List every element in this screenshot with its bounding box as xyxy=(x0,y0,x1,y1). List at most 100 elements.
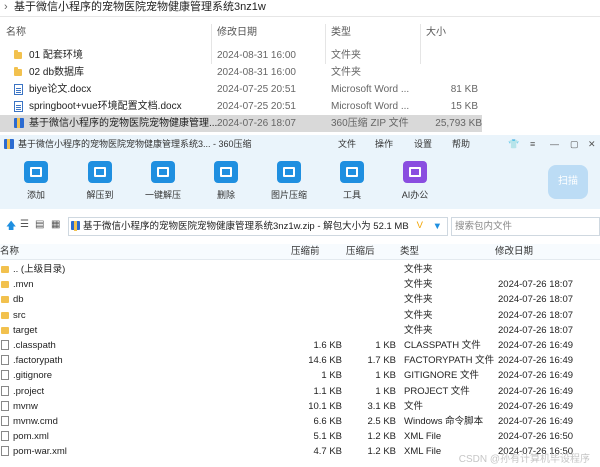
file-icon xyxy=(1,416,9,426)
archive-row[interactable]: .gitignore 1 KB 1 KB GITIGNORE 文件 2024-07-26… xyxy=(0,368,600,383)
entry-name: pom.xml xyxy=(13,431,49,443)
archive-row[interactable]: mvnw.cmd 6.6 KB 2.5 KB Windows 命令脚本 2024-07-… xyxy=(0,414,600,429)
delete-button[interactable]: 删除 xyxy=(202,153,250,201)
entry-type: CLASSPATH 文件 xyxy=(404,340,481,351)
search-input[interactable]: 搜索包内文件 xyxy=(451,217,600,236)
archive-row[interactable]: .mvn 文件夹 2024-07-26 18:07 xyxy=(0,277,600,292)
word-doc-icon xyxy=(14,101,23,112)
add-button[interactable]: 添加 xyxy=(12,153,60,201)
entry-type: XML File xyxy=(404,446,442,458)
file-icon xyxy=(1,355,9,366)
tools-button[interactable]: 工具 xyxy=(328,153,376,201)
shirt-icon[interactable]: 👕 xyxy=(508,135,519,153)
ai-office-button[interactable]: AI办公 xyxy=(391,153,439,201)
explorer-path-bar[interactable]: › 基于微信小程序的宠物医院宠物健康管理系统3nz1w xyxy=(0,0,600,17)
minimize-icon[interactable]: — xyxy=(550,135,559,153)
compressed-size: 1.2 KB xyxy=(367,446,396,458)
archive-row[interactable]: target 文件夹 2024-07-26 18:07 xyxy=(0,323,600,338)
file-type: Microsoft Word ... xyxy=(331,84,410,95)
zip-window-titlebar: 基于微信小程序的宠物医院宠物健康管理系统3... - 360压缩 文件 操作 设… xyxy=(0,135,600,153)
list-view-icon[interactable]: ☰ xyxy=(20,219,29,230)
file-type: 360压缩 ZIP 文件 xyxy=(331,118,409,129)
entry-type: 文件夹 xyxy=(404,264,433,275)
modified-date: 2024-07-25 20:51 xyxy=(217,101,296,112)
menu-action[interactable]: 操作 xyxy=(375,135,393,153)
file-icon xyxy=(1,385,9,396)
menu-file[interactable]: 文件 xyxy=(338,135,356,153)
archive-row[interactable]: .project 1.1 KB 1 KB PROJECT 文件 2024-07-26 1… xyxy=(0,384,600,399)
file-type: 文件夹 xyxy=(331,50,361,61)
archive-row[interactable]: db 文件夹 2024-07-26 18:07 xyxy=(0,292,600,307)
archive-row[interactable]: .. (上级目录) 文件夹 xyxy=(0,262,600,277)
entry-date: 2024-07-26 16:49 xyxy=(498,416,574,427)
modified-date: 2024-07-26 18:07 xyxy=(217,118,296,129)
archive-row[interactable]: pom.xml 5.1 KB 1.2 KB XML File 2024-07-26 16… xyxy=(0,429,600,444)
breadcrumb[interactable]: 基于微信小程序的宠物医院宠物健康管理系统3nz1w xyxy=(14,0,266,15)
dropdown-icon[interactable]: ▼ xyxy=(433,218,442,235)
entry-name: pom-war.xml xyxy=(13,446,67,458)
archive-row[interactable]: .classpath 1.6 KB 1 KB CLASSPATH 文件 2024-07-… xyxy=(0,338,600,353)
compressed-size: 2.5 KB xyxy=(367,416,396,427)
column-type[interactable]: 类型 xyxy=(400,244,419,260)
column-date[interactable]: 修改日期 xyxy=(495,244,533,260)
watermark: CSDN @孙有计算机毕设程序 xyxy=(458,454,590,465)
entry-type: 文件夹 xyxy=(404,324,433,336)
up-arrow-icon[interactable]: 🡅 xyxy=(6,219,16,236)
modified-date: 2024-08-31 16:00 xyxy=(217,67,296,78)
menu-help[interactable]: 帮助 xyxy=(452,135,470,153)
v-icon[interactable]: V xyxy=(417,217,423,234)
column-size[interactable]: 大小 xyxy=(426,24,446,42)
file-type: 文件夹 xyxy=(331,67,361,78)
entry-type: 文件夹 xyxy=(404,279,433,291)
archive-row[interactable]: .factorypath 14.6 KB 1.7 KB FACTORYPATH 文件 2… xyxy=(0,353,600,368)
close-icon[interactable]: ✕ xyxy=(588,135,596,153)
entry-name: .project xyxy=(13,385,45,397)
packed-size: 1 KB xyxy=(321,370,342,382)
detail-view-icon[interactable]: ▤ xyxy=(35,219,44,230)
image-icon xyxy=(277,161,301,183)
file-name: 02 db数据库 xyxy=(29,67,85,78)
file-icon xyxy=(1,370,9,381)
explorer-column-header: 名称 修改日期 类型 大小 xyxy=(0,24,600,64)
one-click-extract-icon xyxy=(151,161,175,183)
column-name[interactable]: 名称 xyxy=(6,24,26,42)
restore-icon[interactable]: ▢ xyxy=(570,135,579,153)
packed-size: 10.1 KB xyxy=(308,400,342,412)
explorer-row[interactable]: springboot+vue环境配置文档.docx 2024-07-25 20:5… xyxy=(0,98,600,115)
entry-type: GITIGNORE 文件 xyxy=(404,370,479,382)
column-name[interactable]: 名称 xyxy=(0,244,19,260)
compressed-size: 1.2 KB xyxy=(367,431,396,443)
modified-date: 2024-08-31 16:00 xyxy=(217,50,296,61)
address-field[interactable]: 基于微信小程序的宠物医院宠物健康管理系统3nz1w.zip - 解包大小为 52… xyxy=(68,217,448,236)
column-packed[interactable]: 压缩前 xyxy=(291,244,320,260)
menu-settings[interactable]: 设置 xyxy=(414,135,432,153)
menu-icon[interactable]: ≡ xyxy=(530,135,535,153)
extract-to-button[interactable]: 解压到 xyxy=(76,153,124,201)
explorer-row[interactable]: biye论文.docx 2024-07-25 20:51 Microsoft Wor… xyxy=(0,81,600,98)
word-doc-icon xyxy=(14,84,23,95)
grid-view-icon[interactable]: ▦ xyxy=(51,219,60,230)
archive-row[interactable]: src 文件夹 2024-07-26 18:07 xyxy=(0,308,600,323)
packed-size: 1.1 KB xyxy=(313,385,342,397)
column-date[interactable]: 修改日期 xyxy=(217,24,257,42)
compressed-size: 1 KB xyxy=(375,370,396,382)
explorer-row[interactable]: 02 db数据库 2024-08-31 16:00 文件夹 xyxy=(0,64,600,81)
one-click-extract-button[interactable]: 一键解压 xyxy=(139,153,187,201)
explorer-row[interactable]: 基于微信小程序的宠物医院宠物健康管理... 2024-07-26 18:07 360… xyxy=(0,115,482,132)
packed-size: 5.1 KB xyxy=(313,431,342,443)
entry-name: .mvn xyxy=(13,279,34,291)
explorer-row[interactable]: 01 配套环境 2024-08-31 16:00 文件夹 xyxy=(0,47,600,64)
folder-icon xyxy=(14,50,22,59)
entry-name: db xyxy=(13,294,24,306)
entry-type: 文件夹 xyxy=(404,294,433,306)
image-compress-button[interactable]: 图片压缩 xyxy=(265,153,313,201)
column-compressed[interactable]: 压缩后 xyxy=(346,244,375,260)
column-type[interactable]: 类型 xyxy=(331,24,351,42)
file-name: biye论文.docx xyxy=(29,84,92,95)
archive-row[interactable]: mvnw 10.1 KB 3.1 KB 文件 2024-07-26 16:49 xyxy=(0,399,600,414)
zip-icon xyxy=(71,221,80,231)
zip-icon xyxy=(14,118,24,128)
entry-type: Windows 命令脚本 xyxy=(404,416,484,427)
zip-toolbar: 添加 解压到 一键解压 删除 图片压缩 工具 AI办公 扫描 xyxy=(0,153,600,209)
scan-button[interactable]: 扫描 xyxy=(548,165,588,199)
